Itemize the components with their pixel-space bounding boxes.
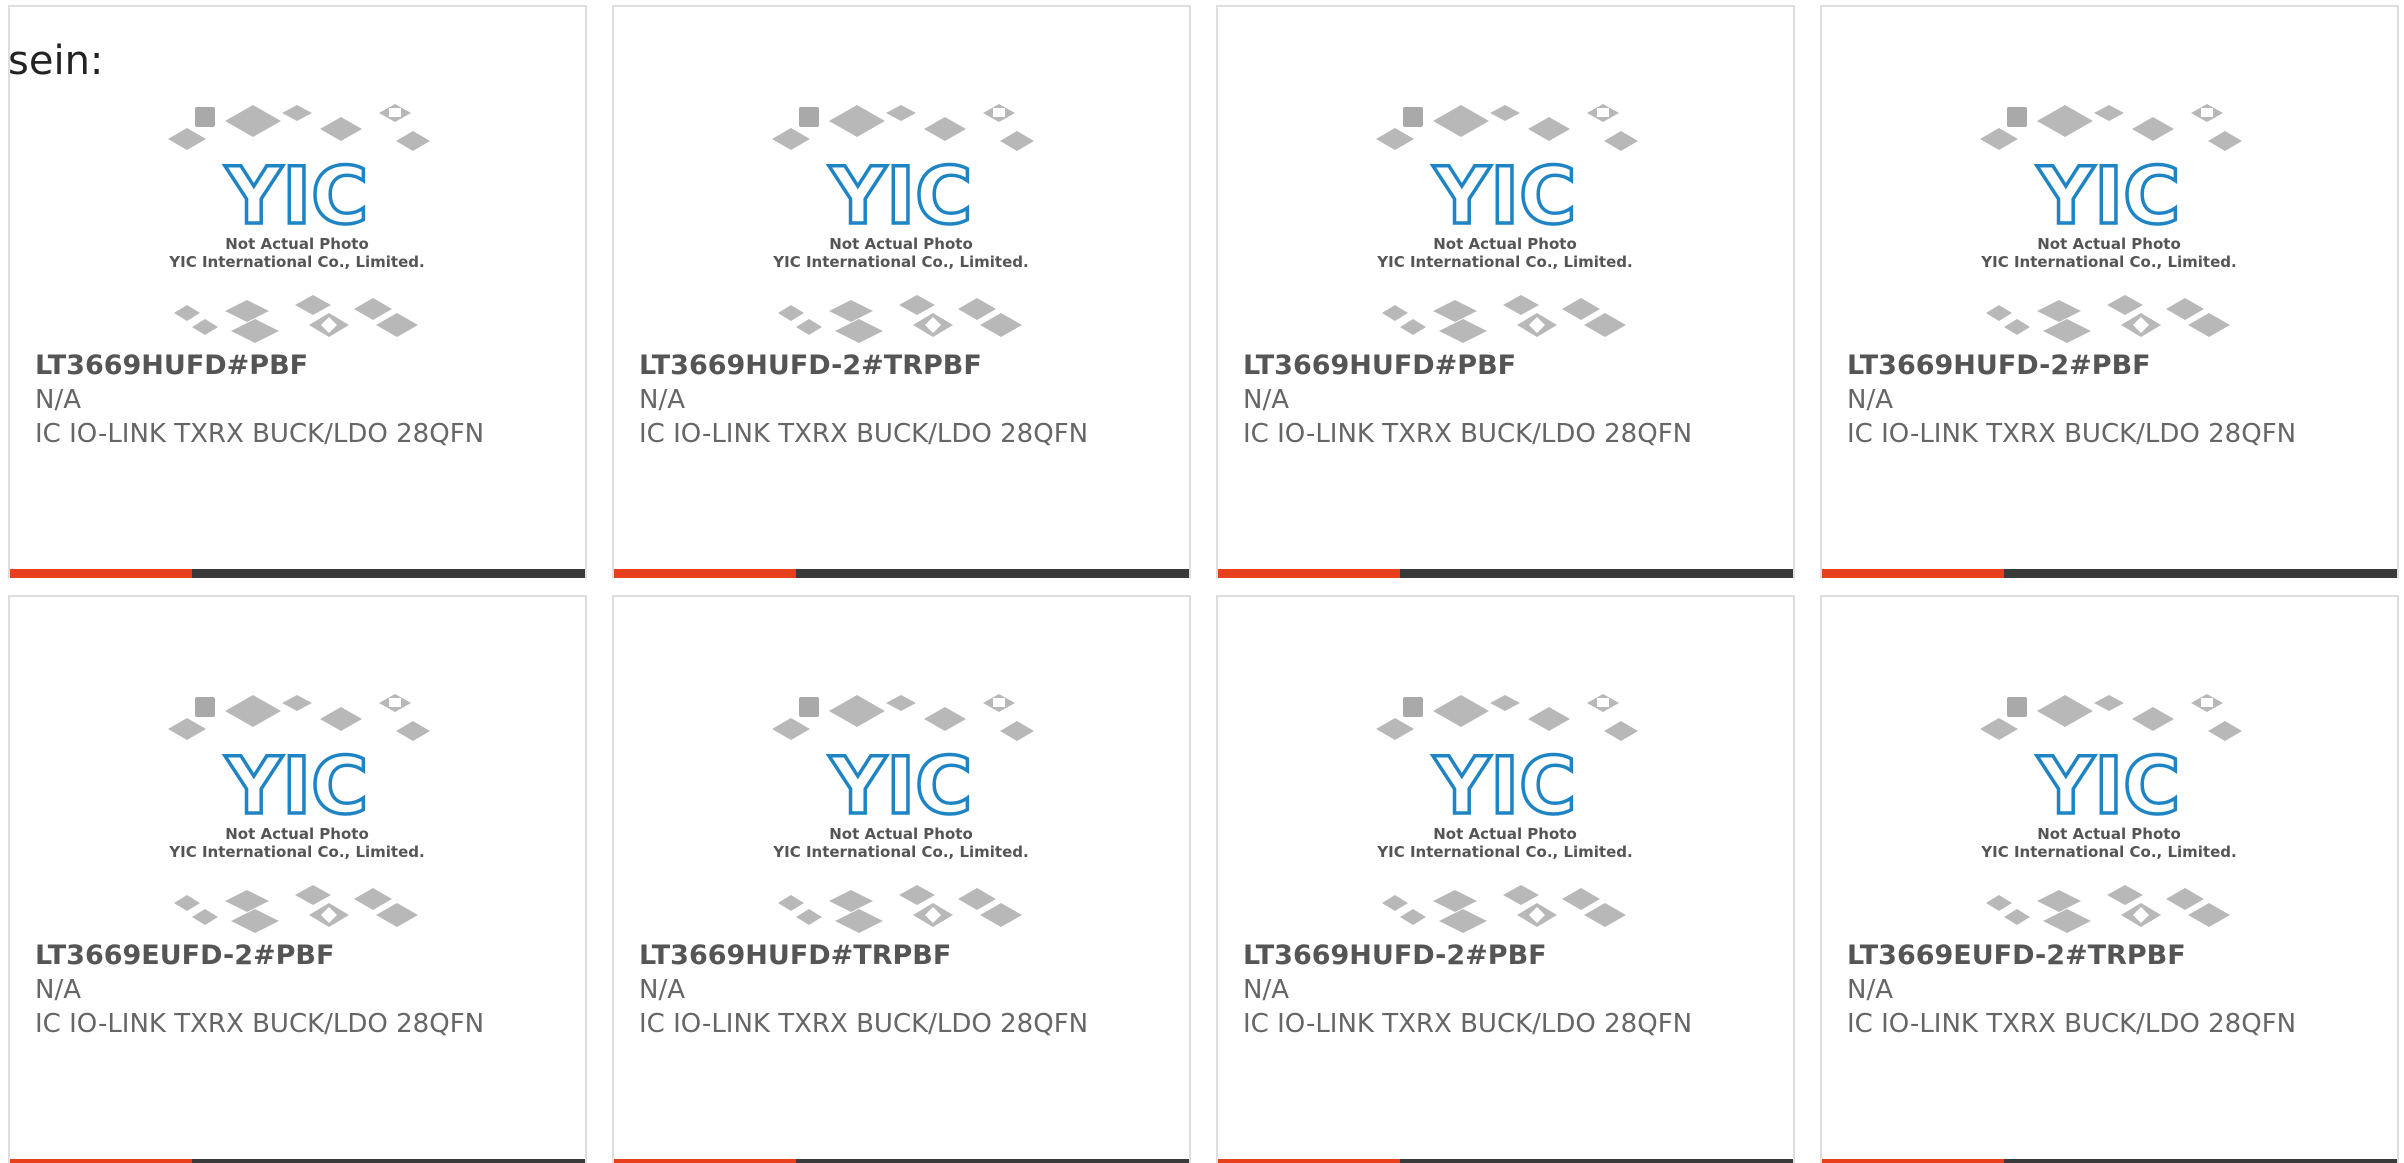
product-card[interactable]: YIC Not Actual Photo YIC International Co.… (8, 5, 587, 578)
not-actual-photo-label: Not Actual Photo (225, 825, 369, 843)
yic-logo: YIC (1433, 152, 1577, 242)
description: IC IO-LINK TXRX BUCK/LDO 28QFN (1847, 1009, 2297, 1039)
company-label: YIC International Co., Limited. (1376, 253, 1632, 271)
part-number[interactable]: LT3669HUFD-2#TRPBF (639, 349, 1159, 383)
chip-package-icons-top (168, 104, 430, 151)
not-actual-photo-label: Not Actual Photo (2037, 825, 2181, 843)
part-number[interactable]: LT3669EUFD-2#TRPBF (1847, 939, 2367, 973)
manufacturer: N/A (1243, 385, 1289, 415)
manufacturer: N/A (35, 975, 81, 1005)
card-accent-bar (1822, 569, 2004, 578)
card-accent-bar (1218, 1159, 1400, 1163)
manufacturer: N/A (639, 975, 685, 1005)
chip-package-icons-top (772, 104, 1034, 151)
card-accent-bar (10, 1159, 192, 1163)
chip-package-icons-top (772, 694, 1034, 741)
manufacturer: N/A (1847, 975, 1893, 1005)
description: IC IO-LINK TXRX BUCK/LDO 28QFN (639, 1009, 1089, 1039)
description: IC IO-LINK TXRX BUCK/LDO 28QFN (35, 419, 485, 449)
product-card[interactable]: YIC Not Actual Photo YIC International Co.… (8, 595, 587, 1163)
not-actual-photo-label: Not Actual Photo (1433, 235, 1577, 253)
product-card[interactable]: YIC Not Actual Photo YIC International Co.… (1820, 5, 2399, 578)
not-actual-photo-label: Not Actual Photo (829, 235, 973, 253)
manufacturer: N/A (1243, 975, 1289, 1005)
product-grid: YIC Not Actual Photo YIC International Co.… (8, 5, 2399, 1163)
company-label: YIC International Co., Limited. (1980, 253, 2236, 271)
product-info: LT3669HUFD#PBF N/A IC IO-LINK TXRX BUCK/… (1243, 349, 1763, 451)
not-actual-photo-label: Not Actual Photo (829, 825, 973, 843)
chip-package-icons-top (1980, 694, 2242, 741)
part-number[interactable]: LT3669HUFD-2#PBF (1243, 939, 1763, 973)
yic-logo: YIC (2037, 742, 2181, 832)
product-card[interactable]: YIC Not Actual Photo YIC International Co.… (1216, 5, 1795, 578)
description: IC IO-LINK TXRX BUCK/LDO 28QFN (1243, 419, 1693, 449)
product-info: LT3669EUFD-2#TRPBF N/A IC IO-LINK TXRX B… (1847, 939, 2367, 1041)
not-actual-photo-image: YICNot Actual PhotoYIC International Co.… (1980, 104, 2242, 343)
chip-package-icons-top (168, 694, 430, 741)
not-actual-photo-image: YICNot Actual PhotoYIC International Co.… (772, 104, 1034, 343)
part-number[interactable]: LT3669HUFD#PBF (35, 349, 555, 383)
page: YIC Not Actual Photo YIC International Co.… (0, 0, 2404, 1163)
company-label: YIC International Co., Limited. (772, 843, 1028, 861)
chip-package-icons-bottom (174, 885, 418, 933)
product-info: LT3669HUFD-2#PBF N/A IC IO-LINK TXRX BUC… (1243, 939, 1763, 1041)
not-actual-photo-image: YICNot Actual PhotoYIC International Co.… (1376, 694, 1638, 933)
not-actual-photo-label: Not Actual Photo (2037, 235, 2181, 253)
part-number[interactable]: LT3669HUFD#TRPBF (639, 939, 1159, 973)
not-actual-photo-label: Not Actual Photo (1433, 825, 1577, 843)
card-accent-bar (1822, 1159, 2004, 1163)
company-label: YIC International Co., Limited. (772, 253, 1028, 271)
product-card[interactable]: YIC Not Actual Photo YIC International Co.… (1216, 595, 1795, 1163)
yic-logo: YIC (1433, 742, 1577, 832)
yic-logo: YIC (829, 742, 973, 832)
company-label: YIC International Co., Limited. (1376, 843, 1632, 861)
manufacturer: N/A (639, 385, 685, 415)
chip-package-icons-bottom (1382, 885, 1626, 933)
description: IC IO-LINK TXRX BUCK/LDO 28QFN (1847, 419, 2297, 449)
chip-package-icons-top (1980, 104, 2242, 151)
product-info: LT3669HUFD-2#TRPBF N/A IC IO-LINK TXRX B… (639, 349, 1159, 451)
chip-package-icons-top (1376, 104, 1638, 151)
not-actual-photo-image: YICNot Actual PhotoYIC International Co.… (1376, 104, 1638, 343)
part-number[interactable]: LT3669HUFD#PBF (1243, 349, 1763, 383)
product-card[interactable]: YIC Not Actual Photo YIC International Co.… (612, 5, 1191, 578)
yic-logo: YIC (2037, 152, 2181, 242)
manufacturer: N/A (1847, 385, 1893, 415)
chip-package-icons-bottom (1986, 885, 2230, 933)
product-info: LT3669EUFD-2#PBF N/A IC IO-LINK TXRX BUC… (35, 939, 555, 1041)
chip-package-icons-bottom (778, 885, 1022, 933)
not-actual-photo-label: Not Actual Photo (225, 235, 369, 253)
description: IC IO-LINK TXRX BUCK/LDO 28QFN (639, 419, 1089, 449)
not-actual-photo-image: YICNot Actual PhotoYIC International Co.… (168, 694, 430, 933)
product-info: LT3669HUFD-2#PBF N/A IC IO-LINK TXRX BUC… (1847, 349, 2367, 451)
card-accent-bar (1218, 569, 1400, 578)
chip-package-icons-top (1376, 694, 1638, 741)
company-label: YIC International Co., Limited. (168, 843, 424, 861)
yic-logo: YIC (829, 152, 973, 242)
not-actual-photo-image: YICNot Actual PhotoYIC International Co.… (168, 104, 430, 343)
product-info: LT3669HUFD#PBF N/A IC IO-LINK TXRX BUCK/… (35, 349, 555, 451)
yic-logo: YIC (225, 152, 369, 242)
description: IC IO-LINK TXRX BUCK/LDO 28QFN (35, 1009, 485, 1039)
card-accent-bar (614, 569, 796, 578)
company-label: YIC International Co., Limited. (1980, 843, 2236, 861)
company-label: YIC International Co., Limited. (168, 253, 424, 271)
card-accent-bar (10, 569, 192, 578)
product-card[interactable]: YIC Not Actual Photo YIC International Co.… (1820, 595, 2399, 1163)
not-actual-photo-image: YICNot Actual PhotoYIC International Co.… (1980, 694, 2242, 933)
part-number[interactable]: LT3669HUFD-2#PBF (1847, 349, 2367, 383)
product-info: LT3669HUFD#TRPBF N/A IC IO-LINK TXRX BUC… (639, 939, 1159, 1041)
manufacturer: N/A (35, 385, 81, 415)
description: IC IO-LINK TXRX BUCK/LDO 28QFN (1243, 1009, 1693, 1039)
lead-text: sein: (8, 38, 104, 84)
chip-package-icons-bottom (1382, 295, 1626, 343)
chip-package-icons-bottom (778, 295, 1022, 343)
card-accent-bar (614, 1159, 796, 1163)
part-number[interactable]: LT3669EUFD-2#PBF (35, 939, 555, 973)
product-card[interactable]: YIC Not Actual Photo YIC International Co.… (612, 595, 1191, 1163)
chip-package-icons-bottom (174, 295, 418, 343)
chip-package-icons-bottom (1986, 295, 2230, 343)
yic-logo: YIC (225, 742, 369, 832)
not-actual-photo-image: YICNot Actual PhotoYIC International Co.… (772, 694, 1034, 933)
